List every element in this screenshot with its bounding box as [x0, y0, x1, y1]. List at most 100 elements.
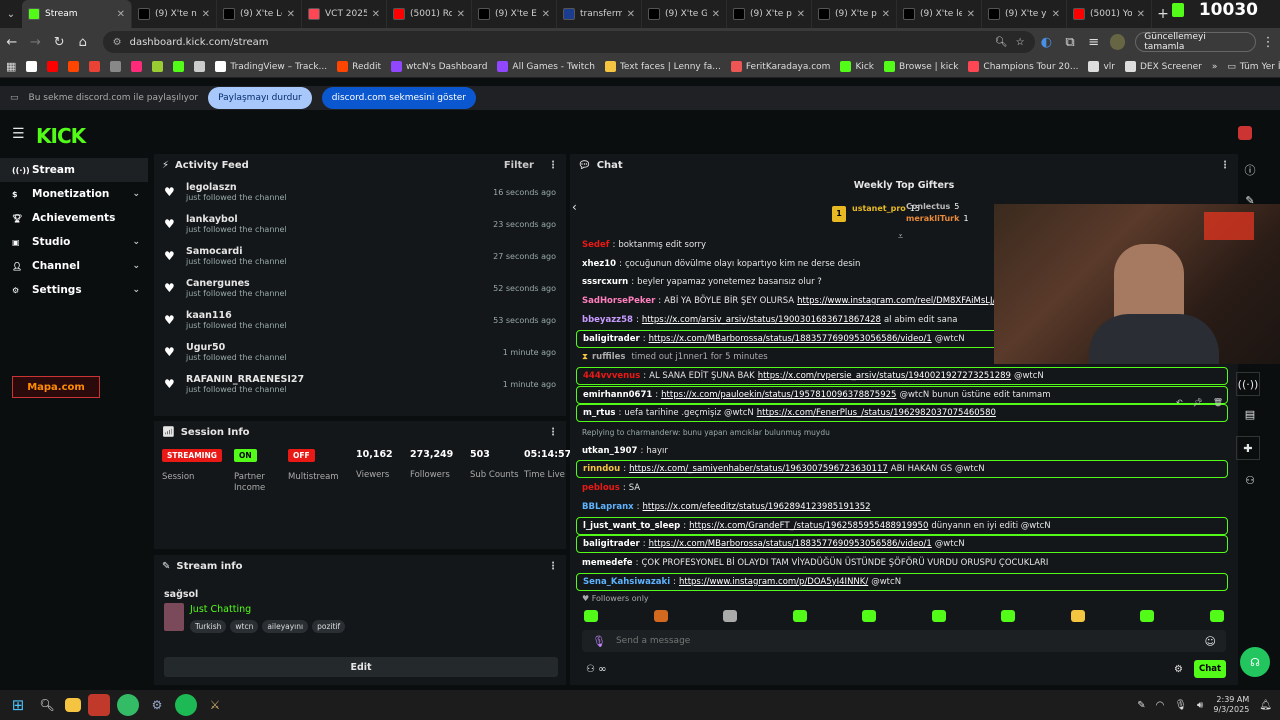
league-icon[interactable]: ⚔ [204, 694, 226, 716]
tab-close-icon[interactable]: ✕ [882, 9, 890, 20]
chat-menu-icon[interactable]: ⋮ [1220, 160, 1230, 171]
site-info-icon[interactable]: ⚙ [113, 37, 122, 48]
top-gifter[interactable]: Conlectus 5 [906, 202, 959, 211]
feed-username[interactable]: Canergunes [186, 278, 287, 289]
emoji-icon[interactable]: ☺ [1205, 635, 1216, 648]
chevron-down-icon[interactable]: ⌄ [132, 237, 140, 247]
reload-icon[interactable]: ↻ [47, 35, 71, 50]
steam-icon[interactable]: ⚙ [146, 694, 168, 716]
bookmark-item[interactable]: FeritKaradaya.com [730, 61, 830, 72]
bookmark-item[interactable] [152, 61, 164, 72]
chat-link[interactable]: https://x.com/GrandeFT_/status/196258595… [689, 521, 928, 531]
edit-stream-button[interactable]: Edit [164, 657, 558, 677]
stream-tag[interactable]: Turkish [190, 620, 227, 633]
session-info-menu-icon[interactable]: ⋮ [548, 427, 558, 438]
activity-feed-item[interactable]: ♥ RAFANIN_RRAENESI27 just followed the cha… [154, 368, 566, 400]
kick-logo[interactable]: KICK [36, 124, 86, 148]
broadcast-icon[interactable]: ((·)) [1236, 372, 1260, 396]
bookmark-item[interactable] [89, 61, 101, 72]
zoom-icon[interactable]: 🔍︎ [995, 37, 1008, 48]
chat-settings-icon[interactable]: ⚙ [1174, 664, 1183, 675]
pin-icon[interactable]: 📌︎ [1193, 398, 1203, 407]
media-icon[interactable]: ≡ [1082, 35, 1106, 50]
tab-close-icon[interactable]: ✕ [372, 9, 380, 20]
feed-username[interactable]: lankaybol [186, 214, 287, 225]
menu-kebab-icon[interactable]: ⋮ [1256, 35, 1280, 50]
mic-icon[interactable]: 🎙︎ [592, 635, 606, 648]
category-thumbnail[interactable] [164, 603, 184, 631]
network-icon[interactable]: ◠ [1156, 700, 1165, 711]
activity-feed-item[interactable]: ♥ legolaszn just followed the channel 16 se… [154, 176, 566, 208]
update-button[interactable]: Güncellemeyi tamamla [1135, 32, 1257, 52]
chat-username[interactable]: 444vvvenus [583, 371, 640, 381]
feed-username[interactable]: RAFANIN_RRAENESI27 [186, 374, 304, 385]
chat-username[interactable]: SadHorsePeker [582, 296, 655, 306]
feed-username[interactable]: Samocardi [186, 246, 287, 257]
sidebar-item-stream[interactable]: ((·)) Stream [0, 158, 148, 182]
activity-feed-menu-icon[interactable]: ⋮ [548, 160, 558, 171]
tab-close-icon[interactable]: ✕ [117, 9, 125, 20]
feed-username[interactable]: legolaszn [186, 182, 287, 193]
file-explorer-icon[interactable] [65, 698, 81, 712]
bookmark-item[interactable]: Text faces | Lenny fa... [604, 61, 721, 72]
chrome-icon[interactable] [117, 694, 139, 716]
filter-button[interactable]: Filter [504, 160, 534, 171]
chat-username[interactable]: memedefe [582, 558, 633, 568]
emote-icon[interactable] [1140, 610, 1155, 622]
chat-username[interactable]: BBLapranx [582, 502, 634, 512]
app-icon-red[interactable] [88, 694, 110, 716]
chat-link[interactable]: https://x.com/pauloekin/status/195781009… [661, 390, 896, 400]
browser-tab[interactable]: Stream ✕ [22, 0, 132, 28]
back-icon[interactable]: ← [0, 35, 24, 50]
bookmark-item[interactable]: DEX Screener [1124, 61, 1202, 72]
tab-close-icon[interactable]: ✕ [202, 9, 210, 20]
community-icon[interactable]: ⚇ [1242, 474, 1258, 487]
chat-message[interactable]: 444vvvenus: AL SANA EDİT ŞUNA BAK https://… [576, 366, 1228, 385]
chat-link[interactable]: https://x.com/MBarborossa/status/1883577… [649, 539, 932, 549]
sidebar-item-settings[interactable]: ⚙ Settings ⌄ [0, 278, 148, 302]
bookmark-star-icon[interactable]: ☆ [1016, 37, 1025, 48]
browser-tab[interactable]: (9) X'te Le ✕ [217, 0, 302, 28]
activity-feed-item[interactable]: ♥ Samocardi just followed the channel 27 se… [154, 240, 566, 272]
tab-close-icon[interactable]: ✕ [287, 9, 295, 20]
gifters-prev-icon[interactable]: ‹ [572, 200, 577, 214]
chat-extras-icon[interactable]: ⚇ ∞ [586, 664, 606, 675]
chat-link[interactable]: https://www.instagram.com/p/DOA5yI4INNK/ [679, 577, 868, 587]
bookmark-item[interactable]: Champions Tour 20... [968, 61, 1078, 72]
notification-icon[interactable]: 🔔︎ [1259, 700, 1272, 711]
chat-username[interactable]: l_just_want_to_sleep [583, 521, 680, 531]
profile-avatar[interactable] [1109, 34, 1126, 50]
chat-username[interactable]: rinndou [583, 464, 620, 474]
spotify-icon[interactable] [175, 694, 197, 716]
tab-close-icon[interactable]: ✕ [1137, 9, 1145, 20]
activity-feed-item[interactable]: ♥ Ugur50 just followed the channel 1 minute… [154, 336, 566, 368]
clock[interactable]: 2:39 AM 9/3/2025 [1213, 695, 1249, 715]
feed-username[interactable]: Ugur50 [186, 342, 287, 353]
chat-username[interactable]: baligitrader [583, 539, 640, 549]
tab-search-icon[interactable]: ⌄ [0, 9, 22, 20]
sidebar-item-achievements[interactable]: 🏆︎ Achievements [0, 206, 148, 230]
search-icon[interactable]: 🔍︎ [36, 694, 58, 716]
bookmark-item[interactable] [26, 61, 38, 72]
apps-grid-icon[interactable]: ▦ [6, 60, 16, 73]
chevron-down-icon[interactable]: ⌄ [132, 285, 140, 295]
tab-close-icon[interactable]: ✕ [712, 9, 720, 20]
bookmark-item[interactable] [68, 61, 80, 72]
top-gifter[interactable]: merakliTurk 1 [906, 214, 969, 223]
all-bookmarks-folder[interactable]: ▭ Tüm Yer İşaretleri [1227, 62, 1280, 72]
bookmark-item[interactable]: All Games - Twitch [497, 61, 595, 72]
stream-tag[interactable]: pozitif [312, 620, 346, 633]
bookmark-item[interactable] [110, 61, 122, 72]
windows-start-icon[interactable]: ⊞ [7, 694, 29, 716]
chat-message[interactable]: BBLapranx: https://x.com/efeeditz/status/… [576, 498, 1228, 516]
tab-close-icon[interactable]: ✕ [797, 9, 805, 20]
browser-tab[interactable]: VCT 2025 ✕ [302, 0, 387, 28]
tab-close-icon[interactable]: ✕ [967, 9, 975, 20]
emote-icon[interactable] [1209, 610, 1224, 622]
chat-link[interactable]: https://x.com/FenerPlus_/status/19629820… [757, 408, 996, 418]
volume-icon[interactable]: 🔊︎ [1197, 700, 1203, 711]
browser-tab[interactable]: (9) X'te pe ✕ [812, 0, 897, 28]
chat-username[interactable]: baligitrader [583, 334, 640, 344]
layout-icon[interactable]: ▤ [1242, 408, 1258, 421]
tools-icon[interactable]: ✚ [1236, 436, 1260, 460]
